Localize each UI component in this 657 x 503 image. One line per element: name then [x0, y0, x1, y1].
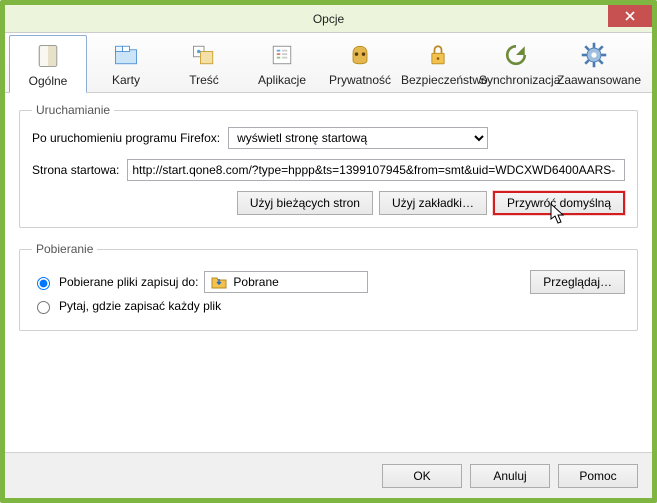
ask-radio[interactable]	[37, 301, 50, 314]
sync-icon	[479, 39, 553, 71]
restore-default-button[interactable]: Przywróć domyślną	[493, 191, 625, 215]
ok-button[interactable]: OK	[382, 464, 462, 488]
download-folder-value: Pobrane	[233, 275, 278, 289]
category-toolbar: Ogólne Karty Treść	[5, 33, 652, 93]
download-folder-field[interactable]: Pobrane	[204, 271, 368, 293]
content-icon	[167, 39, 241, 71]
window-title: Opcje	[313, 12, 344, 26]
tabs-icon	[89, 39, 163, 71]
tab-label: Bezpieczeństwo	[401, 73, 475, 87]
use-bookmark-button[interactable]: Użyj zakładki…	[379, 191, 487, 215]
tab-apps[interactable]: Aplikacje	[243, 35, 321, 92]
onstart-label: Po uruchomieniu programu Firefox:	[32, 131, 220, 145]
tab-sync[interactable]: Synchronizacja	[477, 35, 555, 92]
tab-tabs[interactable]: Karty	[87, 35, 165, 92]
tab-label: Zaawansowane	[557, 73, 631, 87]
tab-label: Synchronizacja	[479, 73, 553, 87]
tab-privacy[interactable]: Prywatność	[321, 35, 399, 92]
general-icon	[12, 40, 84, 72]
tab-general[interactable]: Ogólne	[9, 35, 87, 93]
homepage-input[interactable]	[127, 159, 625, 181]
folder-icon	[211, 274, 227, 290]
gear-icon	[557, 39, 631, 71]
tab-label: Treść	[167, 73, 241, 87]
cancel-button[interactable]: Anuluj	[470, 464, 550, 488]
tab-label: Aplikacje	[245, 73, 319, 87]
onstart-select[interactable]: wyświetl stronę startową	[228, 127, 488, 149]
help-button[interactable]: Pomoc	[558, 464, 638, 488]
close-button[interactable]	[608, 5, 652, 27]
tab-label: Ogólne	[12, 74, 84, 88]
options-body: Uruchamianie Po uruchomieniu programu Fi…	[5, 93, 652, 454]
startup-legend: Uruchamianie	[32, 103, 114, 117]
homepage-label: Strona startowa:	[32, 163, 119, 177]
startup-group: Uruchamianie Po uruchomieniu programu Fi…	[19, 103, 638, 228]
tab-content[interactable]: Treść	[165, 35, 243, 92]
close-icon	[625, 11, 635, 21]
apps-icon	[245, 39, 319, 71]
dialog-footer: OK Anuluj Pomoc	[5, 452, 652, 498]
tab-label: Karty	[89, 73, 163, 87]
downloads-group: Pobieranie Pobierane pliki zapisuj do: P…	[19, 242, 638, 331]
save-to-label: Pobierane pliki zapisuj do:	[59, 275, 198, 289]
tab-label: Prywatność	[323, 73, 397, 87]
lock-icon	[401, 39, 475, 71]
downloads-legend: Pobieranie	[32, 242, 97, 256]
browse-button[interactable]: Przeglądaj…	[530, 270, 625, 294]
tab-advanced[interactable]: Zaawansowane	[555, 35, 633, 92]
titlebar: Opcje	[5, 5, 652, 33]
save-to-radio[interactable]	[37, 277, 50, 290]
tab-security[interactable]: Bezpieczeństwo	[399, 35, 477, 92]
privacy-icon	[323, 39, 397, 71]
ask-label: Pytaj, gdzie zapisać każdy plik	[59, 299, 221, 313]
use-current-pages-button[interactable]: Użyj bieżących stron	[237, 191, 373, 215]
